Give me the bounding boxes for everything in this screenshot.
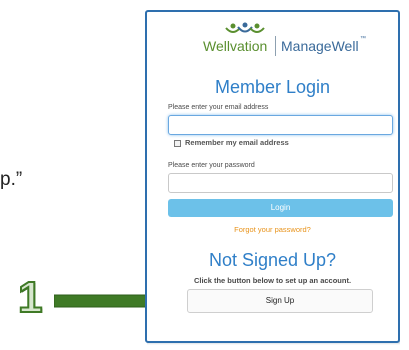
email-label: Please enter your email address — [168, 104, 269, 111]
email-field[interactable] — [168, 115, 393, 135]
wellvation-managewell-logo: Wellvation ManageWell ™ — [203, 22, 383, 62]
member-login-title: Member Login — [214, 77, 331, 97]
signup-hint: Click the button below to set up an acco… — [193, 276, 352, 285]
background-text-fragment: p.” — [0, 169, 23, 190]
step-number: 1 — [17, 272, 44, 323]
login-panel: Wellvation ManageWell ™ Member Login Ple… — [145, 10, 400, 343]
remember-email-label: Remember my email address — [185, 138, 289, 147]
logo-managewell-text: ManageWell — [281, 38, 359, 54]
logo-wellvation-text: Wellvation — [203, 38, 268, 54]
not-signed-up-title: Not Signed Up? — [208, 250, 337, 270]
logo-trademark: ™ — [360, 36, 366, 42]
logo-divider — [275, 36, 276, 56]
sign-up-button[interactable]: Sign Up — [187, 289, 373, 313]
forgot-password-link[interactable]: Forgot your password? — [147, 225, 398, 234]
remember-email-checkbox[interactable] — [174, 140, 181, 147]
password-label: Please enter your password — [168, 162, 255, 169]
login-button[interactable]: Login — [168, 199, 393, 217]
password-field[interactable] — [168, 173, 393, 193]
